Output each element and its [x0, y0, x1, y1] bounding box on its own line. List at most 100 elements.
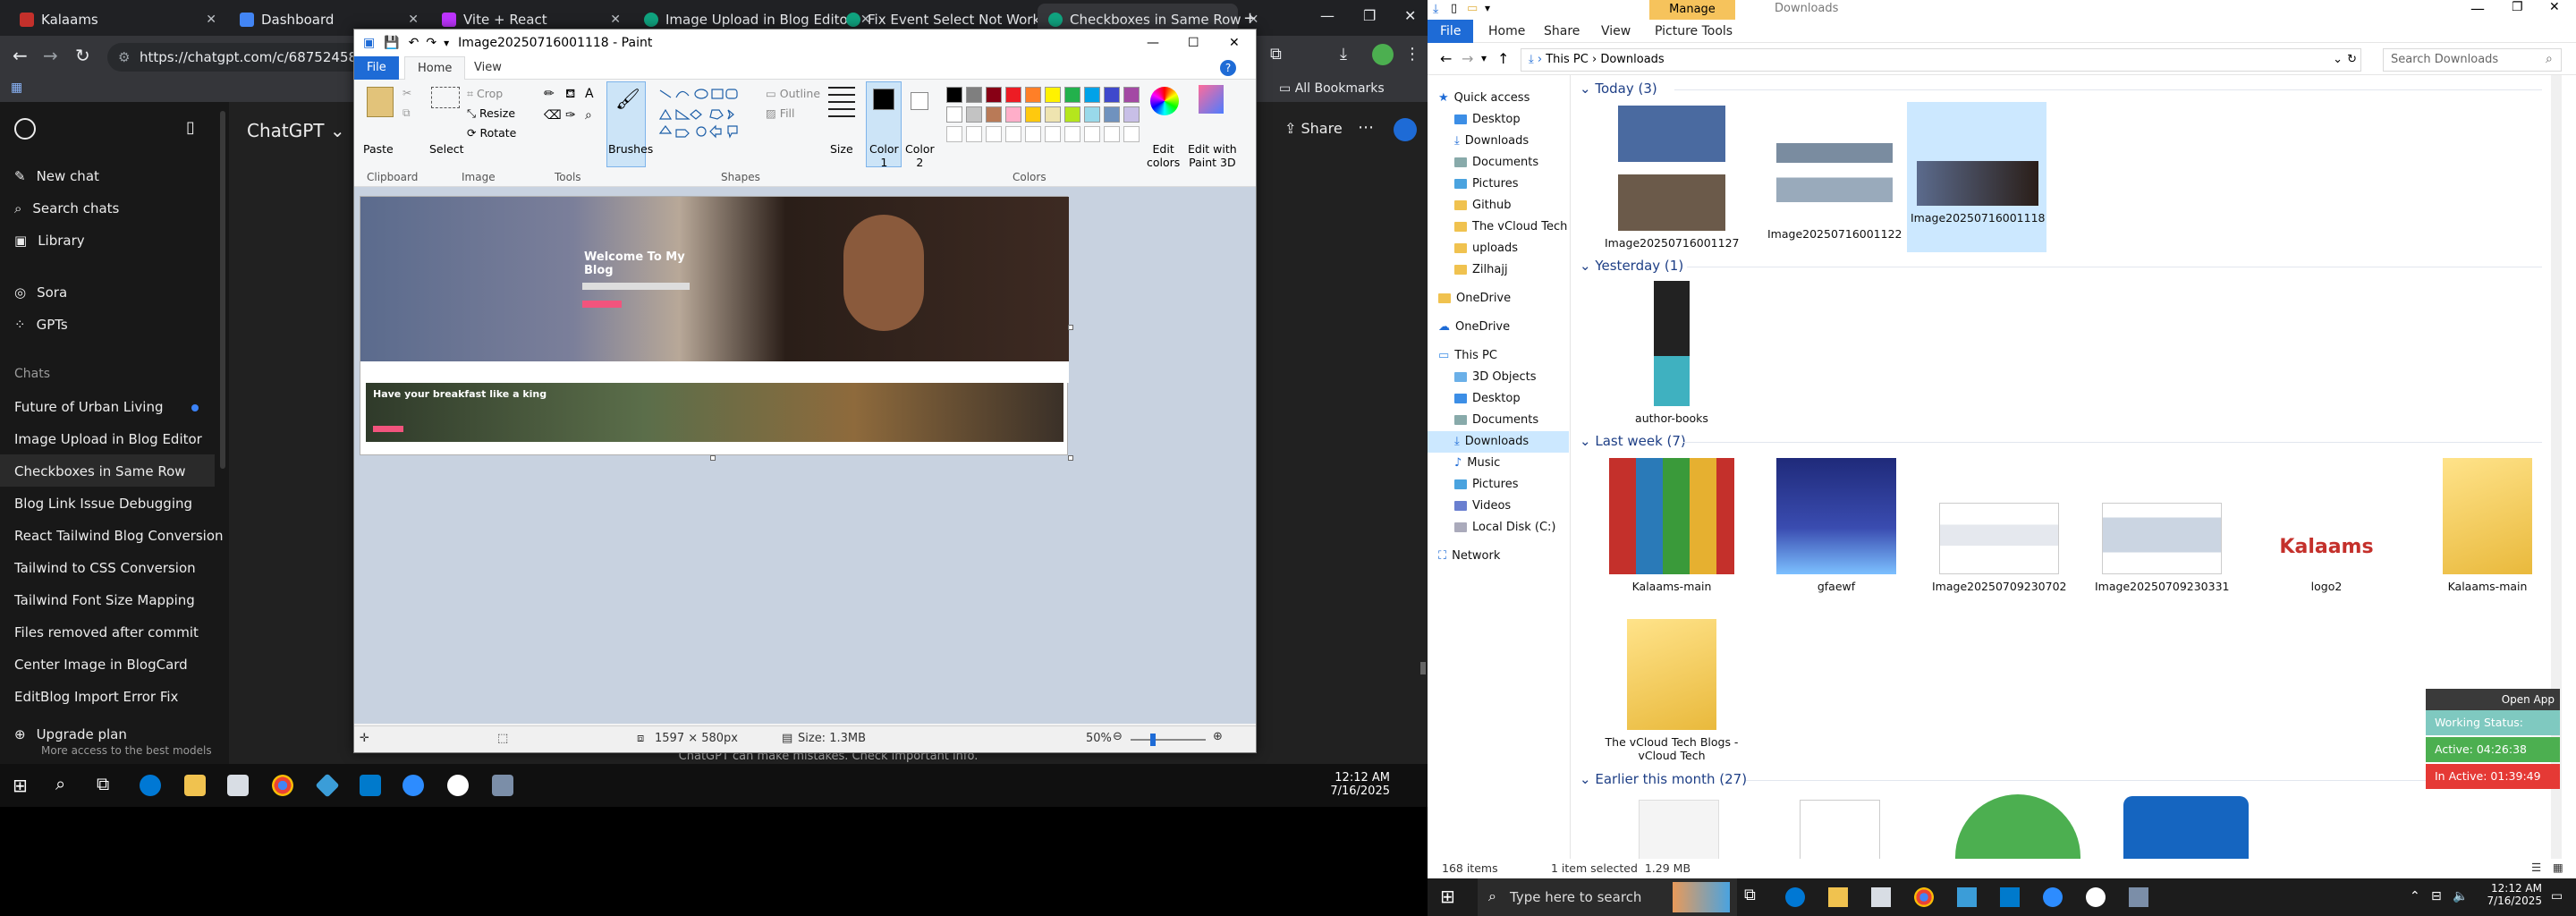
- nav-github[interactable]: Github: [1454, 199, 1512, 212]
- tab-home[interactable]: Home: [1476, 20, 1538, 43]
- nav-pictures[interactable]: Pictures: [1454, 177, 1518, 191]
- file-item[interactable]: Image20250709230702: [1932, 458, 2067, 593]
- forward-icon[interactable]: →: [43, 45, 58, 66]
- shapes-gallery[interactable]: [657, 87, 742, 139]
- resize-handle[interactable]: [1068, 455, 1073, 461]
- forward-icon[interactable]: →: [1462, 50, 1473, 67]
- nav-local-disk[interactable]: Local Disk (C:): [1454, 521, 1555, 534]
- file-item[interactable]: Kalaams-main: [2420, 458, 2555, 593]
- color-swatch[interactable]: [1005, 106, 1021, 123]
- resize-handle[interactable]: [1068, 325, 1073, 330]
- zoom-slider-thumb[interactable]: [1150, 734, 1156, 746]
- color-swatch[interactable]: [1084, 87, 1100, 103]
- close-button[interactable]: ✕: [2549, 0, 2560, 14]
- copy-icon[interactable]: ⧉: [402, 106, 411, 120]
- edit-colors-icon[interactable]: [1150, 87, 1179, 115]
- share-button[interactable]: ⇪ Share: [1284, 120, 1343, 137]
- recent-locations-icon[interactable]: ▾: [1481, 52, 1487, 64]
- zoom-in-icon[interactable]: ⊕: [1213, 730, 1223, 743]
- empty-swatch[interactable]: [1005, 126, 1021, 142]
- search-input[interactable]: Search Downloads: [2383, 48, 2562, 72]
- nav-network[interactable]: ⛶ Network: [1438, 549, 1500, 563]
- manage-contextual-tab[interactable]: Manage: [1649, 0, 1735, 20]
- app-icon[interactable]: [447, 775, 469, 796]
- gpts-item[interactable]: ⁘ GPTs: [14, 317, 68, 333]
- section-yesterday[interactable]: ⌄ Yesterday (1): [1580, 258, 1683, 274]
- cut-icon[interactable]: ✂: [402, 87, 411, 99]
- task-view-icon[interactable]: ⧉: [1744, 886, 1756, 904]
- edge-icon[interactable]: [1785, 887, 1805, 907]
- empty-swatch[interactable]: [966, 126, 982, 142]
- library-item[interactable]: ▣ Library: [14, 233, 85, 249]
- qat-dropdown-icon[interactable]: ▾: [444, 37, 449, 49]
- nav-vcloud[interactable]: The vCloud Tech Blo: [1454, 220, 1589, 233]
- download-icon[interactable]: ⤓: [1340, 45, 1347, 64]
- nav-3d-objects[interactable]: 3D Objects: [1454, 370, 1537, 384]
- edge-icon[interactable]: [140, 775, 161, 796]
- color-swatch[interactable]: [1104, 87, 1120, 103]
- color-palette[interactable]: [946, 87, 1150, 144]
- nav-onedrive[interactable]: OneDrive: [1438, 292, 1511, 305]
- nav-music[interactable]: ♪ Music: [1454, 456, 1500, 470]
- chat-item[interactable]: Future of Urban Living: [14, 399, 164, 415]
- empty-swatch[interactable]: [1025, 126, 1041, 142]
- minimize-button[interactable]: —: [1147, 36, 1159, 50]
- search-chats-item[interactable]: ⌕ Search chats: [14, 200, 119, 216]
- upgrade-plan[interactable]: ⊕ Upgrade plan: [14, 726, 127, 742]
- nav-downloads-pc[interactable]: ⤓ Downloads: [1454, 435, 1529, 448]
- sidebar-scrollbar[interactable]: [220, 111, 225, 469]
- tab-view[interactable]: View: [462, 56, 514, 80]
- details-view-icon[interactable]: ☰: [2531, 861, 2541, 874]
- size-icon[interactable]: [828, 87, 855, 123]
- file-item[interactable]: gfaewf: [1769, 458, 1903, 593]
- color-swatch[interactable]: [1045, 106, 1061, 123]
- empty-swatch[interactable]: [1064, 126, 1080, 142]
- new-chat-item[interactable]: ✎ New chat: [14, 168, 99, 184]
- chat-item[interactable]: Checkboxes in Same Row: [14, 463, 186, 479]
- tab-file[interactable]: File: [354, 56, 399, 80]
- tray-chevron-icon[interactable]: ⌃: [2410, 889, 2420, 903]
- color-swatch[interactable]: [946, 106, 962, 123]
- paint-icon[interactable]: [492, 775, 513, 796]
- minimize-button[interactable]: —: [2470, 0, 2485, 17]
- paint3d-button[interactable]: Edit with Paint 3D: [1188, 142, 1237, 169]
- large-icons-view-icon[interactable]: ▦: [2553, 861, 2563, 874]
- close-button[interactable]: ✕: [1229, 36, 1240, 50]
- chat-item[interactable]: React Tailwind Blog Conversion: [14, 528, 224, 544]
- volume-icon[interactable]: 🔈: [2453, 889, 2468, 903]
- fill-bucket-icon[interactable]: ⛾: [565, 87, 575, 103]
- profile-avatar[interactable]: [1372, 44, 1394, 65]
- color-picker-icon[interactable]: ✑: [565, 108, 576, 123]
- file-item[interactable]: Image20250709230331: [2095, 458, 2230, 593]
- more-icon[interactable]: ⋯: [1358, 118, 1374, 137]
- address-bar[interactable]: ⤓ › This PC › Downloads ⌄ ↻: [1521, 48, 2361, 72]
- size-button[interactable]: Size: [830, 142, 853, 156]
- chat-item[interactable]: Center Image in BlogCard: [14, 657, 188, 673]
- chrome-icon[interactable]: [272, 775, 293, 796]
- store-icon[interactable]: [227, 775, 249, 796]
- paste-icon[interactable]: [367, 87, 394, 117]
- tab-picture-tools[interactable]: Picture Tools: [1642, 20, 1745, 43]
- nav-documents-pc[interactable]: Documents: [1454, 413, 1538, 427]
- file-item-selected[interactable]: Image20250716001118: [1911, 106, 2046, 225]
- color-swatch[interactable]: [1123, 87, 1140, 103]
- color-swatch[interactable]: [1104, 106, 1120, 123]
- magnifier-icon[interactable]: ⌕: [585, 108, 592, 123]
- up-icon[interactable]: ↑: [1497, 50, 1509, 67]
- network-icon[interactable]: ⊟: [2431, 889, 2442, 903]
- vscode-alt-icon[interactable]: [1957, 887, 1977, 907]
- nav-onedrive-cloud[interactable]: ☁ OneDrive: [1438, 320, 1510, 334]
- file-item[interactable]: Kalaams logo2: [2259, 458, 2394, 593]
- new-tab-button[interactable]: +: [1243, 9, 1257, 28]
- resize-handle[interactable]: [710, 455, 716, 461]
- resize-button[interactable]: ⤡ Resize: [467, 106, 515, 121]
- refresh-icon[interactable]: ↻: [2347, 49, 2357, 71]
- file-explorer-icon[interactable]: [184, 775, 206, 796]
- file-thumbnail[interactable]: [2123, 796, 2249, 862]
- task-view-icon[interactable]: ⧉: [97, 773, 109, 794]
- color-swatch[interactable]: [946, 87, 962, 103]
- windows-start-icon[interactable]: ⊞: [1440, 886, 1455, 907]
- model-selector[interactable]: ChatGPT ⌄: [247, 120, 345, 141]
- paint-icon[interactable]: [2129, 887, 2148, 907]
- color-swatch[interactable]: [1064, 106, 1080, 123]
